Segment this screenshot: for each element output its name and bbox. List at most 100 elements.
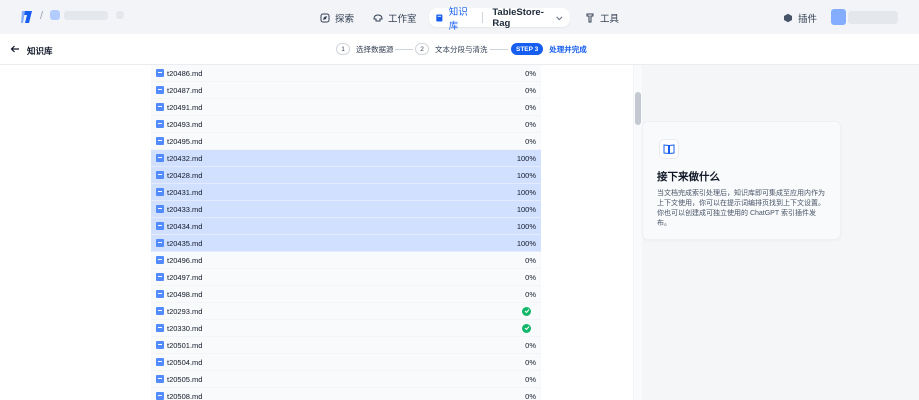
next-steps-card: 接下来做什么 当文档完成索引处理后，知识库即可集成至应用内作为上下文使用，你可以…	[642, 121, 841, 240]
file-progress: 0%	[525, 119, 536, 129]
markdown-file-icon	[156, 307, 164, 315]
list-item: t20495.md 0%	[151, 133, 541, 150]
step-3-badge: STEP 3	[511, 43, 544, 55]
markdown-file-icon	[156, 69, 164, 77]
list-item: t20431.md 100%	[151, 184, 541, 201]
nav-knowledge[interactable]: 知识库 TableStore-Rag	[429, 7, 570, 32]
file-progress: 0%	[525, 340, 536, 350]
markdown-file-icon	[156, 392, 164, 400]
list-item: t20428.md 100%	[151, 167, 541, 184]
file-name: t20493.md	[167, 119, 203, 129]
file-name: t20498.md	[167, 289, 203, 299]
file-name: t20495.md	[167, 136, 203, 146]
file-progress: 100%	[516, 170, 536, 180]
markdown-file-icon	[156, 290, 164, 298]
app-logo-icon[interactable]	[20, 10, 34, 24]
arrow-left-icon[interactable]	[10, 44, 20, 54]
main-content: t20486.md 0% t20487.md 0% t20491.md 0% t20493.…	[0, 65, 642, 400]
markdown-file-icon	[156, 375, 164, 383]
file-progress: 100%	[516, 221, 536, 231]
file-name: t20435.md	[167, 238, 203, 248]
list-item: t20434.md 100%	[151, 218, 541, 235]
file-name: t20496.md	[167, 255, 203, 265]
user-avatar[interactable]	[831, 9, 846, 25]
file-progress: 100%	[516, 238, 536, 248]
file-name: t20505.md	[167, 374, 203, 384]
step-2-number: 2	[415, 43, 429, 55]
list-item: t20487.md 0%	[151, 82, 541, 99]
file-name: t20431.md	[167, 187, 203, 197]
file-name: t20434.md	[167, 221, 203, 231]
studio-icon	[373, 13, 383, 21]
nav-tools[interactable]: 工具	[579, 8, 625, 27]
workspace-name-redacted[interactable]	[64, 11, 108, 20]
markdown-file-icon	[156, 103, 164, 111]
nav-explore-label: 探索	[335, 13, 355, 25]
step-connector	[490, 49, 508, 50]
step-1-label: 选择数据源	[356, 44, 394, 54]
list-item: t20504.md 0%	[151, 354, 541, 371]
chevron-down-icon	[556, 16, 563, 20]
step-1-number: 1	[336, 43, 350, 55]
file-name: t20293.md	[167, 306, 203, 316]
file-progress: 0%	[525, 136, 536, 146]
list-item: t20496.md 0%	[151, 252, 541, 269]
markdown-file-icon	[156, 358, 164, 366]
list-item: t20505.md 0%	[151, 371, 541, 388]
list-item: t20432.md 100%	[151, 150, 541, 167]
top-navigation: / 探索 工作室 知识库 TableStore-Rag 工具 插件	[0, 0, 919, 34]
file-progress: 0%	[525, 391, 536, 400]
step-2-label: 文本分段与清洗	[435, 44, 488, 54]
file-progress: 100%	[516, 153, 536, 163]
markdown-file-icon	[156, 341, 164, 349]
nav-studio-label: 工作室	[388, 13, 417, 25]
file-name: t20428.md	[167, 170, 203, 180]
workspace-icon[interactable]	[50, 10, 60, 20]
markdown-file-icon	[156, 120, 164, 128]
file-progress: 0%	[525, 357, 536, 367]
scrollbar-thumb[interactable]	[635, 92, 641, 125]
book-icon	[436, 14, 443, 21]
plugin-label: 插件	[798, 13, 818, 25]
back-to-knowledge[interactable]: 知识库	[27, 45, 53, 57]
nav-knowledge-label: 知识库	[448, 6, 468, 32]
step-connector	[395, 49, 413, 50]
file-progress: 0%	[525, 374, 536, 384]
step-3: STEP 3 处理并完成	[511, 43, 587, 55]
step-1: 1 选择数据源	[336, 43, 394, 55]
nav-divider	[482, 12, 484, 23]
workspace-switch-redacted[interactable]	[116, 11, 124, 19]
markdown-file-icon	[156, 222, 164, 230]
check-circle-icon	[522, 323, 531, 333]
list-item: t20497.md 0%	[151, 269, 541, 286]
plugin-button[interactable]: 插件	[777, 8, 823, 27]
side-panel: 接下来做什么 当文档完成索引处理后，知识库即可集成至应用内作为上下文使用，你可以…	[642, 65, 919, 400]
file-name: t20497.md	[167, 272, 203, 282]
dataset-selector[interactable]: TableStore-Rag	[492, 7, 564, 29]
file-name: t20504.md	[167, 357, 203, 367]
nav-studio[interactable]: 工作室	[367, 8, 423, 27]
file-name: t20330.md	[167, 323, 203, 333]
file-name: t20432.md	[167, 153, 203, 163]
list-item: t20293.md	[151, 303, 541, 320]
plugin-icon	[784, 13, 792, 22]
list-item: t20433.md 100%	[151, 201, 541, 218]
list-item: t20501.md 0%	[151, 337, 541, 354]
list-item: t20486.md 0%	[151, 65, 541, 82]
check-circle-icon	[522, 306, 531, 316]
book-icon-box	[659, 139, 679, 159]
file-progress: 0%	[525, 68, 536, 78]
scrollbar[interactable]	[633, 65, 642, 400]
user-name-redacted[interactable]	[848, 11, 898, 24]
step-2: 2 文本分段与清洗	[415, 43, 488, 55]
book-open-icon	[663, 144, 675, 155]
file-progress: 0%	[525, 255, 536, 265]
step-header: 知识库 1 选择数据源 2 文本分段与清洗 STEP 3 处理并完成	[0, 34, 919, 65]
nav-explore[interactable]: 探索	[314, 8, 360, 27]
compass-icon	[320, 13, 330, 22]
file-name: t20508.md	[167, 391, 203, 400]
file-name: t20487.md	[167, 85, 203, 95]
markdown-file-icon	[156, 137, 164, 145]
markdown-file-icon	[156, 239, 164, 247]
markdown-file-icon	[156, 205, 164, 213]
